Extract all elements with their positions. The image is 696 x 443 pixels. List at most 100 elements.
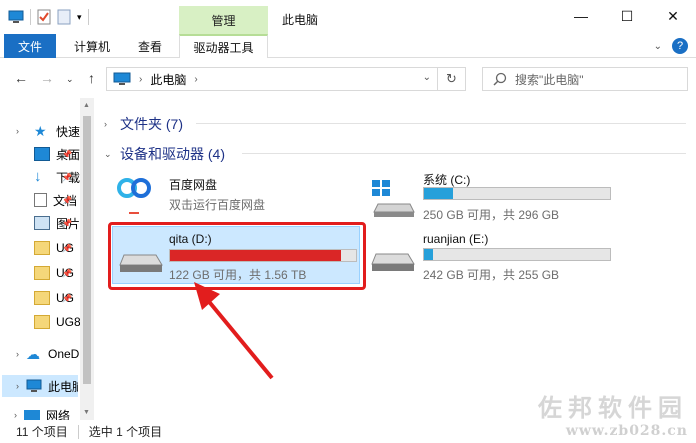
qat-dropdown-icon[interactable]: ▾: [77, 12, 82, 23]
search-input[interactable]: 搜索"此电脑": [482, 67, 688, 91]
devices-group-header[interactable]: ⌄ 设备和驱动器 (4): [104, 144, 225, 164]
refresh-icon[interactable]: ↻: [437, 68, 465, 90]
qat-separator: [30, 9, 31, 25]
nav-item-documents[interactable]: 文档 📌: [0, 189, 80, 211]
pin-icon: 📌: [62, 293, 72, 303]
folders-group-label: 文件夹 (7): [120, 116, 183, 132]
expand-ribbon-icon[interactable]: ⌄: [654, 41, 662, 52]
pin-icon: 📌: [62, 172, 72, 182]
expand-chevron-icon[interactable]: ›: [16, 381, 19, 391]
new-folder-icon[interactable]: [57, 9, 71, 25]
drive-c-name: 系统 (C:): [423, 173, 471, 187]
folder-icon: [34, 241, 50, 255]
baidu-netdisk-name: 百度网盘: [169, 178, 218, 192]
nav-item-network[interactable]: › 网络: [0, 404, 80, 420]
drive-c-info: 250 GB 可用，共 296 GB: [423, 208, 560, 222]
baidu-netdisk-icon: [117, 178, 151, 214]
title-bar: ▾ 管理 此电脑 — ☐ ✕: [0, 0, 696, 34]
tab-computer[interactable]: 计算机: [62, 34, 122, 58]
up-arrow-icon[interactable]: ↑: [88, 70, 95, 86]
drive-e-usage-fill: [424, 249, 434, 260]
computer-icon: [8, 10, 24, 23]
nav-item-label: UG8: [56, 315, 80, 329]
computer-icon: [113, 72, 131, 85]
baidu-netdisk-tile[interactable]: 百度网盘 双击运行百度网盘: [114, 170, 354, 220]
search-placeholder: 搜索"此电脑": [515, 72, 584, 87]
breadcrumb-chevron-icon[interactable]: ›: [194, 74, 197, 85]
windows-drive-icon: [372, 180, 415, 217]
watermark-title: 佐邦软件园: [538, 393, 688, 422]
maximize-button[interactable]: ☐: [604, 0, 650, 32]
tab-view[interactable]: 查看: [126, 34, 174, 58]
tab-file[interactable]: 文件: [4, 34, 56, 58]
recent-locations-icon[interactable]: ⌄: [66, 74, 74, 85]
scrollbar-thumb[interactable]: [83, 116, 91, 384]
nav-item-label: OneDrive: [48, 347, 80, 361]
qat-separator-2: [87, 9, 89, 25]
nav-item-pictures[interactable]: 图片 📌: [0, 212, 80, 234]
help-icon[interactable]: ?: [672, 38, 688, 54]
tab-drive-tools[interactable]: 驱动器工具: [179, 34, 268, 58]
scroll-up-icon[interactable]: ▲: [83, 102, 90, 109]
breadcrumb-this-pc[interactable]: 此电脑: [150, 71, 186, 88]
content-pane: › 文件夹 (7) ⌄ 设备和驱动器 (4) 百度网盘 双击运行百度网盘 系统 …: [96, 98, 696, 420]
drive-tile-e[interactable]: ruanjian (E:) 242 GB 可用，共 255 GB: [368, 230, 618, 282]
desktop-icon: [34, 147, 50, 161]
expand-chevron-icon[interactable]: ›: [16, 126, 19, 136]
pin-icon: 📌: [62, 149, 72, 159]
address-bar[interactable]: › 此电脑 › ⌄ ↻: [106, 67, 466, 91]
pictures-icon: [34, 216, 50, 230]
quick-access-toolbar: ▾: [8, 9, 89, 25]
breadcrumb-chevron-icon[interactable]: ›: [139, 74, 142, 85]
folder-icon: [34, 266, 50, 280]
properties-icon[interactable]: [37, 9, 51, 25]
manage-tab-group[interactable]: 管理: [179, 6, 268, 34]
nav-item-this-pc[interactable]: › 此电脑: [2, 375, 78, 397]
nav-item-label: 此电脑: [48, 379, 78, 394]
selected-count: 选中 1 个项目: [88, 425, 163, 439]
drive-e-info: 242 GB 可用，共 255 GB: [423, 268, 560, 282]
search-icon: [493, 72, 507, 86]
scroll-down-icon[interactable]: ▼: [83, 409, 90, 416]
baidu-netdisk-subtitle: 双击运行百度网盘: [169, 198, 266, 212]
red-arrow-annotation: [194, 282, 274, 380]
nav-item-quick-access[interactable]: › ★ 快速访问: [0, 120, 80, 142]
drive-c-usage-fill: [424, 188, 453, 199]
nav-item-folder-1[interactable]: UG 📌: [0, 237, 80, 259]
nav-item-folder-3[interactable]: UG 📌: [0, 287, 80, 309]
nav-item-downloads[interactable]: ↓ 下载 📌: [0, 166, 80, 188]
status-divider: [77, 424, 79, 439]
expand-chevron-icon[interactable]: ›: [104, 119, 112, 129]
collapse-chevron-icon[interactable]: ⌄: [104, 149, 112, 160]
drive-c-usage-bar: [423, 187, 611, 200]
document-icon: [34, 193, 47, 207]
pin-icon: 📌: [62, 268, 72, 278]
close-button[interactable]: ✕: [650, 0, 696, 32]
minimize-button[interactable]: —: [558, 0, 604, 32]
drive-e-name: ruanjian (E:): [423, 232, 489, 246]
star-icon: ★: [34, 123, 47, 139]
nav-scrollbar[interactable]: ▲ ▼: [80, 98, 94, 420]
nav-item-desktop[interactable]: 桌面 📌: [0, 143, 80, 165]
folders-group-header[interactable]: › 文件夹 (7): [104, 114, 183, 134]
nav-item-folder-ug8[interactable]: UG8: [0, 311, 80, 333]
pin-icon: 📌: [62, 218, 72, 228]
window-title: 此电脑: [282, 13, 319, 27]
expand-chevron-icon[interactable]: ›: [14, 410, 17, 420]
drive-tile-c[interactable]: 系统 (C:) 250 GB 可用，共 296 GB: [368, 170, 618, 222]
address-dropdown-icon[interactable]: ⌄: [423, 72, 431, 83]
nav-item-onedrive[interactable]: › ☁ OneDrive: [0, 343, 80, 365]
expand-chevron-icon[interactable]: ›: [16, 349, 19, 359]
drive-icon: [371, 253, 415, 271]
group-divider: [242, 153, 686, 154]
drive-e-usage-bar: [423, 248, 611, 261]
item-count: 11 个项目: [16, 425, 68, 439]
nav-item-folder-2[interactable]: UG 📌: [0, 262, 80, 284]
nav-item-label: 网络: [46, 408, 71, 421]
forward-arrow-icon[interactable]: →: [40, 70, 54, 86]
pin-icon: 📌: [62, 195, 72, 205]
folder-icon: [34, 291, 50, 305]
network-icon: [24, 410, 40, 420]
back-arrow-icon[interactable]: ←: [14, 70, 28, 86]
group-divider: [196, 123, 686, 124]
